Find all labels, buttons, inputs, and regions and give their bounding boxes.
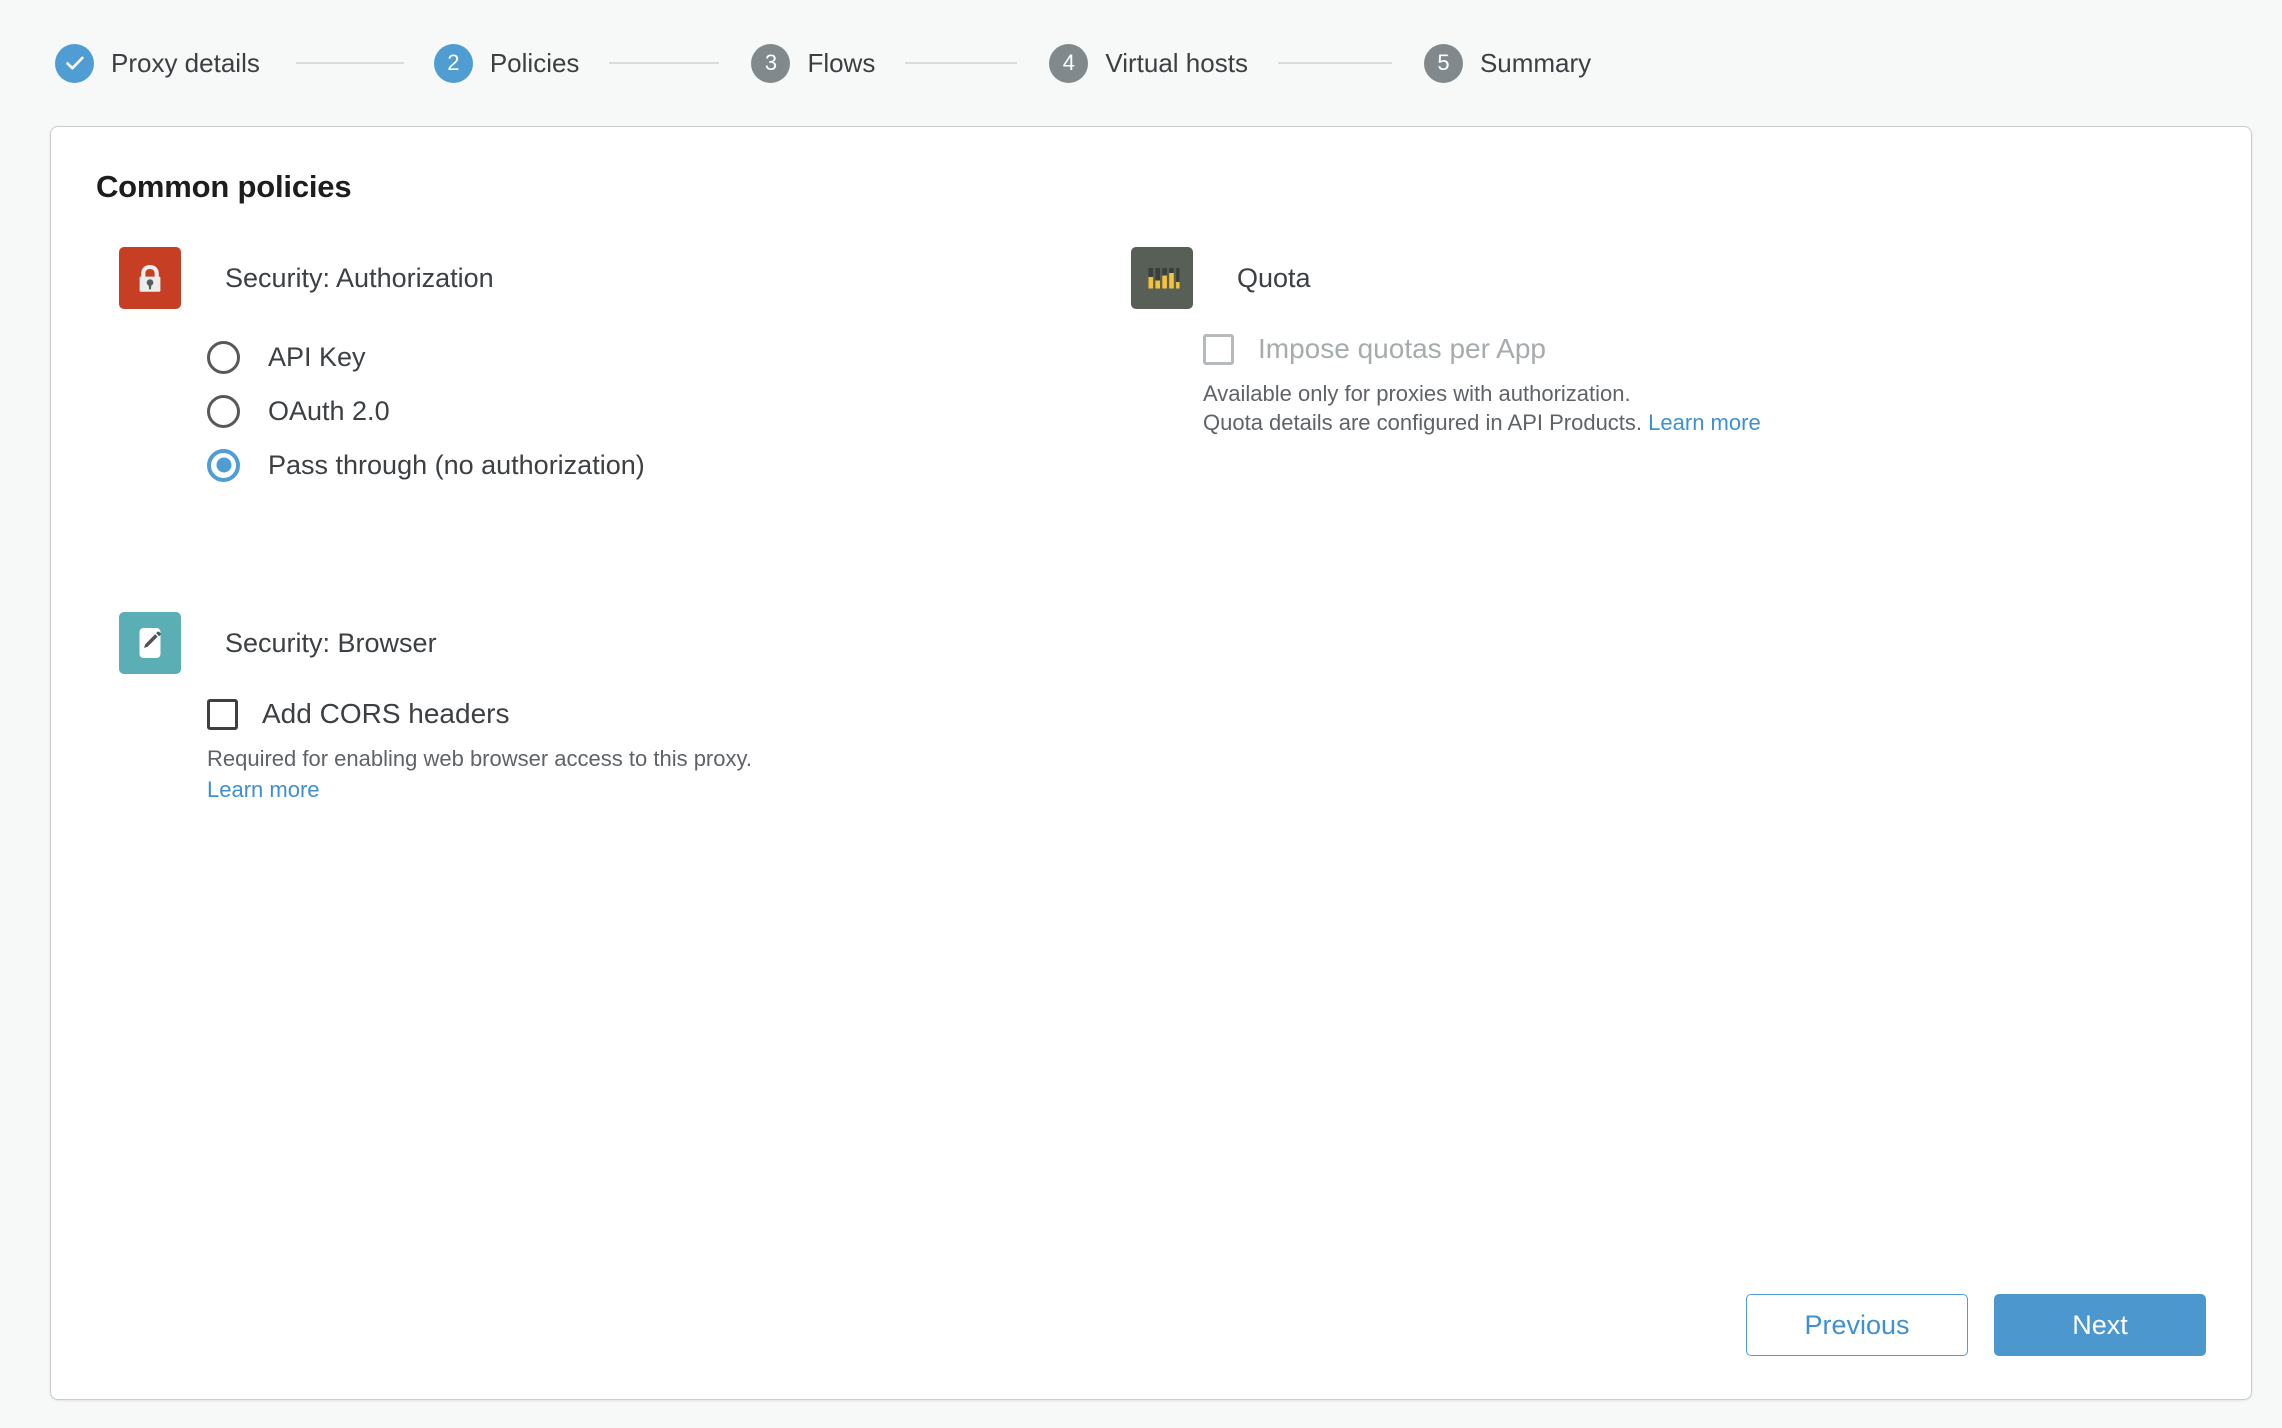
policy-security-authorization: Security: Authorization API Key OAuth 2.… <box>119 247 1099 492</box>
step-2-number: 2 <box>433 43 473 83</box>
previous-button[interactable]: Previous <box>1746 1294 1968 1356</box>
checkbox-impose-quotas-per-app[interactable] <box>1203 333 1234 365</box>
step-3-label: Flows <box>807 47 876 78</box>
step-proxy-details[interactable]: Proxy details <box>55 43 260 83</box>
checkbox-row-add-cors-headers[interactable]: Add CORS headers <box>207 698 1099 730</box>
policy-header: Security: Authorization <box>119 247 1099 309</box>
radio-label-pass-through: Pass through (no authorization) <box>268 449 645 480</box>
browser-learn-more-link[interactable]: Learn more <box>207 775 1099 804</box>
step-4-label: Virtual hosts <box>1105 47 1248 78</box>
step-connector-3 <box>905 62 1018 64</box>
radio-option-oauth2[interactable]: OAuth 2.0 <box>207 384 1099 438</box>
step-2-label: Policies <box>489 47 580 78</box>
quota-help-text: Available only for proxies with authoriz… <box>1203 379 2131 438</box>
quota-bars-icon <box>1131 247 1193 309</box>
radio-label-api-key: API Key <box>268 341 366 372</box>
left-column: Security: Authorization API Key OAuth 2.… <box>119 247 1099 805</box>
radio-oauth2[interactable] <box>207 394 240 428</box>
policy-quota: Quota Impose quotas per App Available on… <box>1131 247 2131 438</box>
checkbox-label-add-cors-headers: Add CORS headers <box>262 698 510 729</box>
radio-label-oauth2: OAuth 2.0 <box>268 395 390 426</box>
step-connector-1 <box>295 62 404 64</box>
browser-options: Add CORS headers Required for enabling w… <box>119 698 1099 805</box>
step-4-number: 4 <box>1049 43 1089 83</box>
checkbox-add-cors-headers[interactable] <box>207 698 238 730</box>
step-3-number: 3 <box>751 43 791 83</box>
step-policies[interactable]: 2 Policies <box>433 43 580 83</box>
step-virtual-hosts[interactable]: 4 Virtual hosts <box>1049 43 1248 83</box>
checkbox-label-impose-quotas-per-app: Impose quotas per App <box>1258 333 1546 364</box>
step-summary[interactable]: 5 Summary <box>1423 43 1592 83</box>
step-connector-4 <box>1277 62 1392 64</box>
page-title: Common policies <box>96 169 352 204</box>
quota-help-line-2-text: Quota details are configured in API Prod… <box>1203 410 1643 436</box>
browser-help-text: Required for enabling web browser access… <box>207 744 1099 805</box>
step-flows[interactable]: 3 Flows <box>751 43 876 83</box>
right-column: Quota Impose quotas per App Available on… <box>1131 247 2131 438</box>
policy-name-quota: Quota <box>1237 262 1311 293</box>
step-5-number: 5 <box>1423 43 1463 83</box>
quota-options: Impose quotas per App Available only for… <box>1131 333 2131 438</box>
step-1-label: Proxy details <box>111 47 260 78</box>
policy-header: Security: Browser <box>119 612 1099 674</box>
authorization-options: API Key OAuth 2.0 Pass through (no autho… <box>119 330 1099 492</box>
common-policies-card: Common policies Security: Authorization <box>50 126 2252 1400</box>
lock-icon <box>119 247 181 309</box>
quota-learn-more-link[interactable]: Learn more <box>1648 410 1761 435</box>
step-1-check-icon <box>55 43 94 83</box>
policy-header: Quota <box>1131 247 2131 309</box>
policy-name-authorization: Security: Authorization <box>225 262 494 293</box>
checkbox-row-impose-quotas[interactable]: Impose quotas per App <box>1203 333 2131 365</box>
wizard-stepper: Proxy details 2 Policies 3 Flows 4 Virtu… <box>0 0 2282 126</box>
radio-api-key[interactable] <box>207 340 240 374</box>
next-button[interactable]: Next <box>1994 1294 2206 1356</box>
radio-pass-through[interactable] <box>207 448 240 482</box>
policy-security-browser: Security: Browser Add CORS headers Requi… <box>119 612 1099 805</box>
radio-option-api-key[interactable]: API Key <box>207 330 1099 384</box>
step-connector-2 <box>609 62 720 64</box>
browser-help-line: Required for enabling web browser access… <box>207 746 752 771</box>
step-5-label: Summary <box>1479 47 1592 78</box>
pencil-icon <box>119 612 181 674</box>
radio-option-pass-through[interactable]: Pass through (no authorization) <box>207 438 1099 492</box>
wizard-footer: Previous Next <box>1746 1294 2206 1356</box>
policy-name-browser: Security: Browser <box>225 627 437 658</box>
quota-help-line-2: Quota details are configured in API Prod… <box>1203 408 2131 437</box>
quota-help-line-1: Available only for proxies with authoriz… <box>1203 381 1631 406</box>
